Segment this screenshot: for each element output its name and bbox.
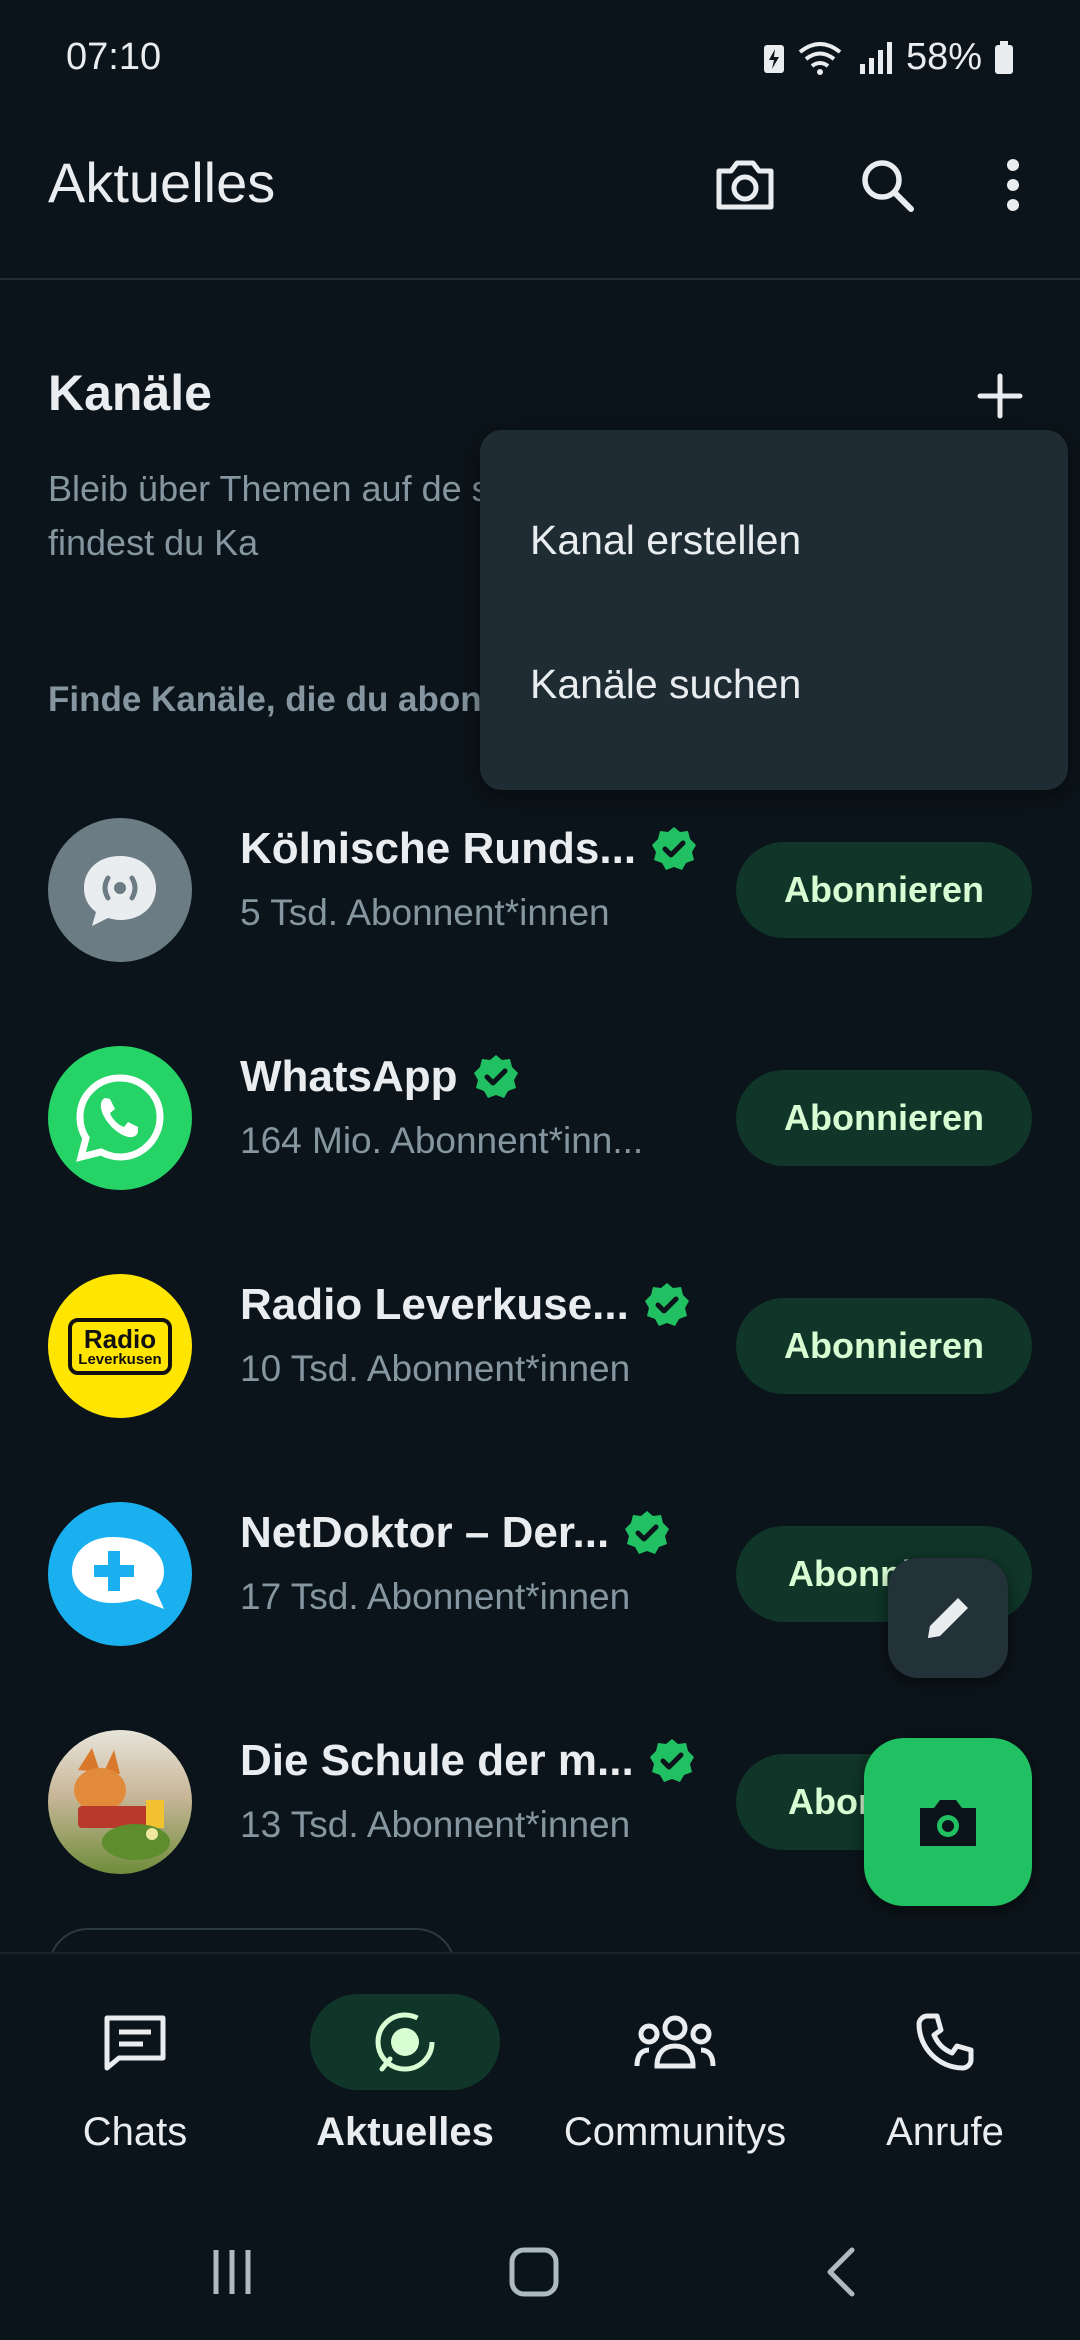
netdoktor-logo-icon bbox=[72, 1537, 164, 1609]
more-vertical-icon bbox=[1007, 159, 1019, 211]
nav-communities[interactable]: Communitys bbox=[540, 1994, 810, 2155]
verified-badge-icon bbox=[625, 1511, 670, 1554]
nav-label: Chats bbox=[82, 2110, 188, 2154]
calls-icon bbox=[916, 2013, 974, 2071]
nav-calls[interactable]: Anrufe bbox=[810, 1994, 1080, 2155]
signal-icon bbox=[859, 41, 892, 74]
camera-icon bbox=[716, 160, 774, 210]
nav-label: Aktuelles bbox=[316, 2110, 494, 2154]
channel-avatar bbox=[48, 818, 192, 962]
camera-icon bbox=[920, 1800, 976, 1846]
plus-icon bbox=[977, 373, 1023, 419]
list-item[interactable]: Radio Leverkusen Radio Leverkuse... 10 T… bbox=[0, 1232, 1080, 1460]
battery-percent: 58% bbox=[905, 36, 982, 78]
home-button[interactable] bbox=[494, 2242, 574, 2302]
communities-icon bbox=[634, 2015, 716, 2069]
channels-title: Kanäle bbox=[48, 365, 212, 421]
channel-avatar: Radio Leverkusen bbox=[48, 1274, 192, 1418]
nav-chats[interactable]: Chats bbox=[0, 1994, 270, 2155]
recent-apps-icon bbox=[213, 2250, 251, 2294]
channel-name-text: Die Schule der m... bbox=[240, 1736, 634, 1785]
new-text-status-button[interactable] bbox=[888, 1558, 1008, 1678]
bottom-navigation: Chats Aktuelles Communitys Anrufe bbox=[0, 1952, 1080, 2204]
subscribe-button[interactable]: Abonnieren bbox=[736, 1070, 1032, 1166]
list-item[interactable]: Kölnische Runds... 5 Tsd. Abonnent*innen… bbox=[0, 776, 1080, 1004]
radio-leverkusen-logo: Radio Leverkusen bbox=[68, 1317, 172, 1375]
back-icon bbox=[827, 2247, 855, 2297]
verified-badge-icon bbox=[473, 1055, 518, 1098]
channel-avatar bbox=[48, 1730, 192, 1874]
channel-subscribers: 164 Mio. Abonnent*inn... bbox=[240, 1120, 644, 1161]
channel-name: Die Schule der m... bbox=[240, 1736, 696, 1786]
battery-saver-icon bbox=[763, 44, 784, 73]
find-channels-label: Finde Kanäle, die du abonn bbox=[48, 680, 504, 719]
search-button[interactable] bbox=[842, 140, 932, 230]
channel-name-text: WhatsApp bbox=[240, 1052, 458, 1101]
page-title: Aktuelles bbox=[48, 151, 276, 214]
verified-badge-icon bbox=[649, 1739, 694, 1782]
back-button[interactable] bbox=[800, 2242, 880, 2302]
status-icons: 58% bbox=[762, 36, 1014, 79]
battery-icon bbox=[995, 40, 1013, 74]
nav-updates[interactable]: Aktuelles bbox=[270, 1994, 540, 2155]
recent-apps-button[interactable] bbox=[192, 2242, 272, 2302]
schule-magischen-tiere-image bbox=[74, 1748, 170, 1860]
search-icon bbox=[862, 160, 914, 212]
channel-name: NetDoktor – Der... bbox=[240, 1508, 671, 1558]
channel-avatar bbox=[48, 1046, 192, 1190]
channel-name: WhatsApp bbox=[240, 1052, 520, 1102]
channel-subscribers: 5 Tsd. Abonnent*innen bbox=[240, 892, 610, 933]
subscribe-button[interactable]: Abonnieren bbox=[736, 1298, 1032, 1394]
camera-button[interactable] bbox=[700, 140, 790, 230]
channel-name-text: NetDoktor – Der... bbox=[240, 1508, 610, 1557]
status-time: 07:10 bbox=[66, 36, 162, 78]
nav-pill-active bbox=[310, 1994, 500, 2090]
verified-badge-icon bbox=[644, 1283, 689, 1326]
channel-avatar bbox=[48, 1502, 192, 1646]
broadcast-icon bbox=[84, 856, 156, 926]
channel-name-text: Kölnische Runds... bbox=[240, 824, 637, 873]
add-channel-menu: Kanal erstellen Kanäle suchen bbox=[480, 430, 1068, 790]
channel-subscribers: 10 Tsd. Abonnent*innen bbox=[240, 1348, 631, 1389]
camera-status-button[interactable] bbox=[864, 1738, 1032, 1906]
divider bbox=[0, 278, 1080, 280]
system-navigation-bar bbox=[0, 2202, 1080, 2340]
wifi-icon bbox=[798, 41, 842, 75]
nav-label: Communitys bbox=[563, 2110, 787, 2154]
channel-name-text: Radio Leverkuse... bbox=[240, 1280, 629, 1329]
channel-subscribers: 17 Tsd. Abonnent*innen bbox=[240, 1576, 631, 1617]
logo-text-leverkusen: Leverkusen bbox=[78, 1350, 162, 1368]
channel-name: Kölnische Runds... bbox=[240, 824, 698, 874]
more-options-button[interactable] bbox=[968, 140, 1058, 230]
nav-pill bbox=[40, 1994, 230, 2090]
channel-subscribers: 13 Tsd. Abonnent*innen bbox=[240, 1804, 631, 1845]
home-icon bbox=[509, 2247, 559, 2297]
channel-name: Radio Leverkuse... bbox=[240, 1280, 691, 1330]
subscribe-button[interactable]: Abonnieren bbox=[736, 842, 1032, 938]
menu-item-find-channels[interactable]: Kanäle suchen bbox=[480, 614, 1068, 754]
chats-icon bbox=[104, 2015, 166, 2071]
nav-label: Anrufe bbox=[886, 2110, 1004, 2154]
nav-pill bbox=[850, 1994, 1040, 2090]
whatsapp-logo-icon bbox=[76, 1074, 164, 1162]
verified-badge-icon bbox=[652, 827, 697, 870]
pencil-icon bbox=[928, 1598, 968, 1638]
menu-item-create-channel[interactable]: Kanal erstellen bbox=[480, 470, 1068, 610]
updates-icon bbox=[375, 2012, 435, 2072]
nav-pill bbox=[580, 1994, 770, 2090]
add-channel-button[interactable] bbox=[960, 356, 1040, 436]
logo-text-radio: Radio bbox=[83, 1323, 157, 1354]
list-item[interactable]: WhatsApp 164 Mio. Abonnent*inn... Abonni… bbox=[0, 1004, 1080, 1232]
